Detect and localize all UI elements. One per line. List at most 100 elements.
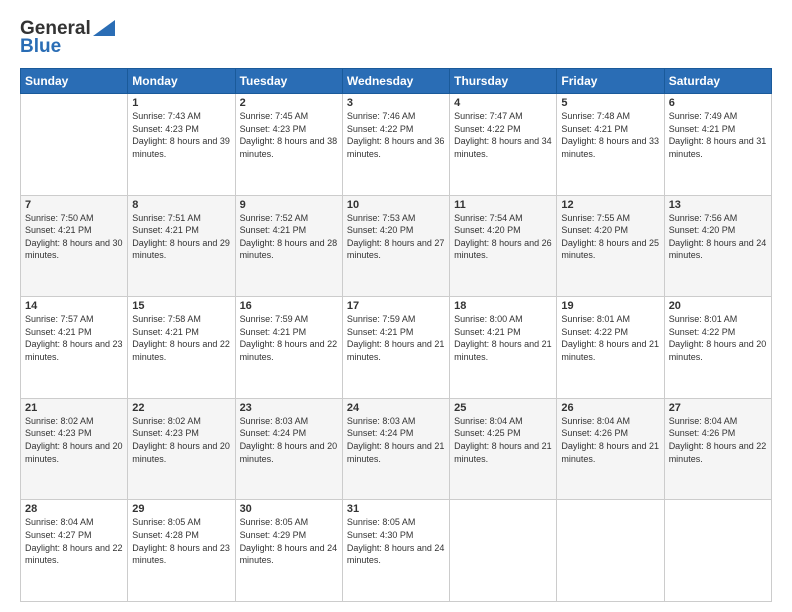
day-cell: 10 Sunrise: 7:53 AMSunset: 4:20 PMDaylig… bbox=[342, 195, 449, 297]
calendar-header-row: SundayMondayTuesdayWednesdayThursdayFrid… bbox=[21, 69, 772, 94]
day-cell: 23 Sunrise: 8:03 AMSunset: 4:24 PMDaylig… bbox=[235, 398, 342, 500]
day-cell bbox=[21, 94, 128, 196]
day-info: Sunrise: 7:59 AMSunset: 4:21 PMDaylight:… bbox=[347, 314, 445, 362]
day-cell: 5 Sunrise: 7:48 AMSunset: 4:21 PMDayligh… bbox=[557, 94, 664, 196]
calendar-page: General Blue SundayMondayTuesdayWednesda… bbox=[0, 0, 792, 612]
day-number: 17 bbox=[347, 300, 445, 312]
header: General Blue bbox=[20, 18, 772, 58]
day-number: 27 bbox=[669, 402, 767, 414]
day-info: Sunrise: 8:05 AMSunset: 4:30 PMDaylight:… bbox=[347, 517, 445, 565]
day-cell: 1 Sunrise: 7:43 AMSunset: 4:23 PMDayligh… bbox=[128, 94, 235, 196]
day-cell: 2 Sunrise: 7:45 AMSunset: 4:23 PMDayligh… bbox=[235, 94, 342, 196]
day-cell: 27 Sunrise: 8:04 AMSunset: 4:26 PMDaylig… bbox=[664, 398, 771, 500]
column-header-tuesday: Tuesday bbox=[235, 69, 342, 94]
day-cell: 18 Sunrise: 8:00 AMSunset: 4:21 PMDaylig… bbox=[450, 297, 557, 399]
day-number: 14 bbox=[25, 300, 123, 312]
day-number: 20 bbox=[669, 300, 767, 312]
day-number: 28 bbox=[25, 503, 123, 515]
day-number: 9 bbox=[240, 199, 338, 211]
day-info: Sunrise: 8:03 AMSunset: 4:24 PMDaylight:… bbox=[240, 416, 338, 464]
day-info: Sunrise: 7:59 AMSunset: 4:21 PMDaylight:… bbox=[240, 314, 338, 362]
day-info: Sunrise: 8:01 AMSunset: 4:22 PMDaylight:… bbox=[561, 314, 659, 362]
day-number: 12 bbox=[561, 199, 659, 211]
day-cell bbox=[664, 500, 771, 602]
day-cell: 16 Sunrise: 7:59 AMSunset: 4:21 PMDaylig… bbox=[235, 297, 342, 399]
day-info: Sunrise: 7:58 AMSunset: 4:21 PMDaylight:… bbox=[132, 314, 230, 362]
logo-icon bbox=[93, 20, 115, 36]
day-info: Sunrise: 7:45 AMSunset: 4:23 PMDaylight:… bbox=[240, 111, 338, 159]
day-info: Sunrise: 7:47 AMSunset: 4:22 PMDaylight:… bbox=[454, 111, 552, 159]
day-cell: 4 Sunrise: 7:47 AMSunset: 4:22 PMDayligh… bbox=[450, 94, 557, 196]
week-row-2: 7 Sunrise: 7:50 AMSunset: 4:21 PMDayligh… bbox=[21, 195, 772, 297]
day-number: 8 bbox=[132, 199, 230, 211]
day-info: Sunrise: 8:02 AMSunset: 4:23 PMDaylight:… bbox=[132, 416, 230, 464]
day-number: 30 bbox=[240, 503, 338, 515]
column-header-wednesday: Wednesday bbox=[342, 69, 449, 94]
day-cell: 24 Sunrise: 8:03 AMSunset: 4:24 PMDaylig… bbox=[342, 398, 449, 500]
day-number: 10 bbox=[347, 199, 445, 211]
day-number: 2 bbox=[240, 97, 338, 109]
day-info: Sunrise: 8:05 AMSunset: 4:29 PMDaylight:… bbox=[240, 517, 338, 565]
column-header-thursday: Thursday bbox=[450, 69, 557, 94]
week-row-5: 28 Sunrise: 8:04 AMSunset: 4:27 PMDaylig… bbox=[21, 500, 772, 602]
day-info: Sunrise: 7:48 AMSunset: 4:21 PMDaylight:… bbox=[561, 111, 659, 159]
day-cell: 8 Sunrise: 7:51 AMSunset: 4:21 PMDayligh… bbox=[128, 195, 235, 297]
day-cell: 3 Sunrise: 7:46 AMSunset: 4:22 PMDayligh… bbox=[342, 94, 449, 196]
day-info: Sunrise: 7:54 AMSunset: 4:20 PMDaylight:… bbox=[454, 213, 552, 261]
day-number: 16 bbox=[240, 300, 338, 312]
day-cell: 29 Sunrise: 8:05 AMSunset: 4:28 PMDaylig… bbox=[128, 500, 235, 602]
day-number: 21 bbox=[25, 402, 123, 414]
day-info: Sunrise: 7:49 AMSunset: 4:21 PMDaylight:… bbox=[669, 111, 767, 159]
day-cell: 9 Sunrise: 7:52 AMSunset: 4:21 PMDayligh… bbox=[235, 195, 342, 297]
day-cell: 19 Sunrise: 8:01 AMSunset: 4:22 PMDaylig… bbox=[557, 297, 664, 399]
day-cell: 17 Sunrise: 7:59 AMSunset: 4:21 PMDaylig… bbox=[342, 297, 449, 399]
day-cell: 7 Sunrise: 7:50 AMSunset: 4:21 PMDayligh… bbox=[21, 195, 128, 297]
day-info: Sunrise: 8:02 AMSunset: 4:23 PMDaylight:… bbox=[25, 416, 123, 464]
day-number: 18 bbox=[454, 300, 552, 312]
day-info: Sunrise: 8:04 AMSunset: 4:25 PMDaylight:… bbox=[454, 416, 552, 464]
day-cell: 15 Sunrise: 7:58 AMSunset: 4:21 PMDaylig… bbox=[128, 297, 235, 399]
day-number: 7 bbox=[25, 199, 123, 211]
day-info: Sunrise: 7:46 AMSunset: 4:22 PMDaylight:… bbox=[347, 111, 445, 159]
day-number: 23 bbox=[240, 402, 338, 414]
day-cell: 31 Sunrise: 8:05 AMSunset: 4:30 PMDaylig… bbox=[342, 500, 449, 602]
day-cell: 28 Sunrise: 8:04 AMSunset: 4:27 PMDaylig… bbox=[21, 500, 128, 602]
day-info: Sunrise: 7:43 AMSunset: 4:23 PMDaylight:… bbox=[132, 111, 230, 159]
day-cell: 11 Sunrise: 7:54 AMSunset: 4:20 PMDaylig… bbox=[450, 195, 557, 297]
day-number: 29 bbox=[132, 503, 230, 515]
day-number: 22 bbox=[132, 402, 230, 414]
day-number: 3 bbox=[347, 97, 445, 109]
day-info: Sunrise: 8:03 AMSunset: 4:24 PMDaylight:… bbox=[347, 416, 445, 464]
column-header-saturday: Saturday bbox=[664, 69, 771, 94]
day-cell bbox=[557, 500, 664, 602]
day-cell: 13 Sunrise: 7:56 AMSunset: 4:20 PMDaylig… bbox=[664, 195, 771, 297]
column-header-sunday: Sunday bbox=[21, 69, 128, 94]
day-number: 19 bbox=[561, 300, 659, 312]
day-number: 13 bbox=[669, 199, 767, 211]
day-cell: 12 Sunrise: 7:55 AMSunset: 4:20 PMDaylig… bbox=[557, 195, 664, 297]
day-number: 25 bbox=[454, 402, 552, 414]
day-cell bbox=[450, 500, 557, 602]
day-number: 26 bbox=[561, 402, 659, 414]
day-info: Sunrise: 7:56 AMSunset: 4:20 PMDaylight:… bbox=[669, 213, 767, 261]
day-number: 15 bbox=[132, 300, 230, 312]
day-number: 24 bbox=[347, 402, 445, 414]
day-number: 31 bbox=[347, 503, 445, 515]
day-info: Sunrise: 7:57 AMSunset: 4:21 PMDaylight:… bbox=[25, 314, 123, 362]
day-number: 6 bbox=[669, 97, 767, 109]
column-header-monday: Monday bbox=[128, 69, 235, 94]
day-info: Sunrise: 7:52 AMSunset: 4:21 PMDaylight:… bbox=[240, 213, 338, 261]
logo: General Blue bbox=[20, 18, 115, 58]
day-info: Sunrise: 8:04 AMSunset: 4:26 PMDaylight:… bbox=[561, 416, 659, 464]
day-cell: 14 Sunrise: 7:57 AMSunset: 4:21 PMDaylig… bbox=[21, 297, 128, 399]
day-info: Sunrise: 7:55 AMSunset: 4:20 PMDaylight:… bbox=[561, 213, 659, 261]
week-row-4: 21 Sunrise: 8:02 AMSunset: 4:23 PMDaylig… bbox=[21, 398, 772, 500]
column-header-friday: Friday bbox=[557, 69, 664, 94]
day-info: Sunrise: 8:04 AMSunset: 4:27 PMDaylight:… bbox=[25, 517, 123, 565]
day-cell: 26 Sunrise: 8:04 AMSunset: 4:26 PMDaylig… bbox=[557, 398, 664, 500]
day-info: Sunrise: 8:01 AMSunset: 4:22 PMDaylight:… bbox=[669, 314, 767, 362]
day-info: Sunrise: 8:05 AMSunset: 4:28 PMDaylight:… bbox=[132, 517, 230, 565]
day-number: 1 bbox=[132, 97, 230, 109]
day-cell: 21 Sunrise: 8:02 AMSunset: 4:23 PMDaylig… bbox=[21, 398, 128, 500]
day-cell: 30 Sunrise: 8:05 AMSunset: 4:29 PMDaylig… bbox=[235, 500, 342, 602]
